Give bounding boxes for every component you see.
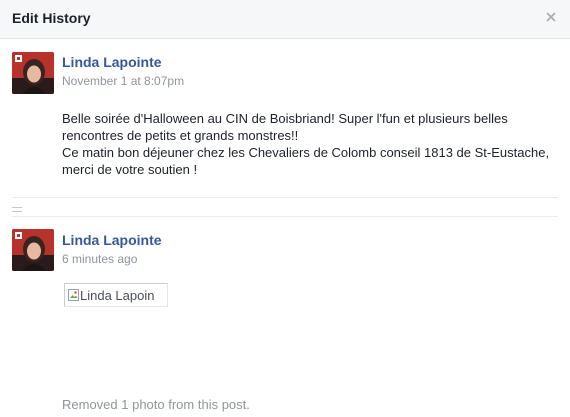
avatar[interactable] bbox=[12, 52, 54, 94]
edit-note: Removed 1 photo from this post. bbox=[62, 397, 250, 412]
divider bbox=[12, 216, 558, 217]
more-options-icon[interactable] bbox=[12, 207, 22, 212]
author-name[interactable]: Linda Lapointe bbox=[62, 54, 162, 70]
post-text-line: Belle soirée d'Halloween au CIN de Boisb… bbox=[62, 111, 508, 143]
avatar[interactable] bbox=[12, 229, 54, 271]
dialog-title: Edit History bbox=[12, 10, 91, 26]
image-alt-text: Linda Lapoin bbox=[80, 288, 155, 303]
close-icon[interactable] bbox=[544, 10, 558, 24]
author-name[interactable]: Linda Lapointe bbox=[62, 232, 162, 248]
post-timestamp[interactable]: 6 minutes ago bbox=[62, 252, 137, 266]
broken-image: Linda Lapoin bbox=[64, 283, 168, 307]
edit-history-dialog: Edit History Linda Lapointe November 1 a… bbox=[0, 0, 570, 417]
divider bbox=[12, 197, 558, 198]
post-text: Belle soirée d'Halloween au CIN de Boisb… bbox=[62, 110, 558, 178]
post-text-line: Ce matin bon déjeuner chez les Chevalier… bbox=[62, 145, 550, 177]
dialog-header: Edit History bbox=[0, 0, 570, 39]
broken-image-icon bbox=[68, 289, 79, 301]
post-timestamp[interactable]: November 1 at 8:07pm bbox=[62, 74, 184, 88]
